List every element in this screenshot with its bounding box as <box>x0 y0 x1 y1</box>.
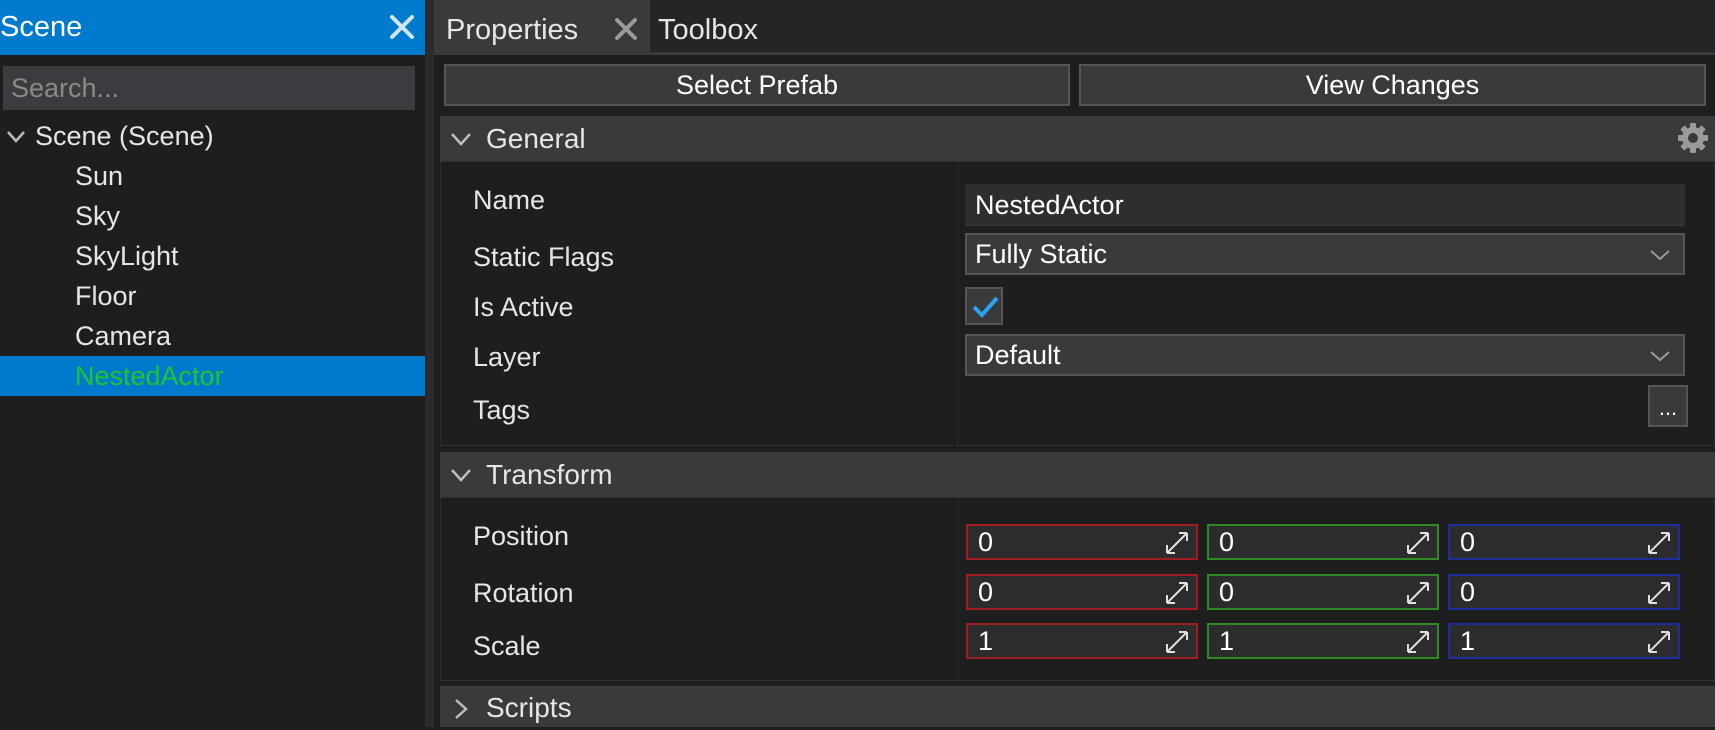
tree-item-skylight[interactable]: SkyLight <box>0 236 425 276</box>
scene-tab-title: Scene <box>0 11 83 43</box>
column-splitter[interactable] <box>957 498 959 680</box>
gear-icon[interactable] <box>1677 122 1709 154</box>
scripts-section-header[interactable]: Scripts <box>440 686 1715 727</box>
chevron-right-icon <box>455 699 468 719</box>
tree-item-label: Camera <box>75 321 172 351</box>
slide-arrows-icon[interactable] <box>1164 629 1190 655</box>
name-field[interactable]: NestedActor <box>965 184 1685 226</box>
transform-section-header[interactable]: Transform <box>440 452 1715 497</box>
position-z-field[interactable]: 0 <box>1448 524 1680 560</box>
slide-arrows-icon[interactable] <box>1646 530 1672 556</box>
column-splitter[interactable] <box>957 162 959 445</box>
name-label: Name <box>473 185 546 215</box>
chevron-down-icon <box>1650 250 1670 261</box>
tab-underline <box>434 52 1715 55</box>
tree-item-camera[interactable]: Camera <box>0 316 425 356</box>
static-flags-value: Fully Static <box>975 239 1108 269</box>
position-x-field[interactable]: 0 <box>966 524 1198 560</box>
scale-y-value: 1 <box>1219 626 1235 656</box>
rotation-z-field[interactable]: 0 <box>1448 574 1680 610</box>
tree-item-label: Sun <box>75 161 124 191</box>
rotation-z-value: 0 <box>1460 577 1476 607</box>
static-flags-dropdown[interactable]: Fully Static <box>965 233 1685 275</box>
checkmark-icon <box>972 296 999 318</box>
is-active-label: Is Active <box>473 292 574 322</box>
chevron-down-icon <box>451 469 471 482</box>
search-input[interactable] <box>3 66 415 110</box>
slide-arrows-icon[interactable] <box>1164 580 1190 606</box>
scene-tree: Scene (Scene) Sun Sky SkyLight Floor Cam… <box>0 116 425 396</box>
scale-x-field[interactable]: 1 <box>966 623 1198 659</box>
chevron-down-icon[interactable] <box>6 130 26 144</box>
slide-arrows-icon[interactable] <box>1405 629 1431 655</box>
section-title: Transform <box>486 459 613 490</box>
layer-dropdown[interactable]: Default <box>965 334 1685 376</box>
scale-y-field[interactable]: 1 <box>1207 623 1439 659</box>
slide-arrows-icon[interactable] <box>1405 580 1431 606</box>
panel-splitter[interactable] <box>425 0 434 727</box>
tags-label: Tags <box>473 395 531 425</box>
is-active-checkbox[interactable] <box>965 287 1003 325</box>
layer-label: Layer <box>473 342 541 372</box>
position-y-value: 0 <box>1219 527 1235 557</box>
tree-item-floor[interactable]: Floor <box>0 276 425 316</box>
scene-tab[interactable]: Scene <box>0 0 425 55</box>
tab-label: Properties <box>446 14 579 46</box>
transform-section-body: Position 0 0 0 Rotation 0 0 0 Scale 1 1 … <box>440 497 1715 681</box>
static-flags-label: Static Flags <box>473 242 615 272</box>
tree-item-label: Sky <box>75 201 121 231</box>
tree-item-label: NestedActor <box>75 361 224 391</box>
position-z-value: 0 <box>1460 527 1476 557</box>
rotation-x-field[interactable]: 0 <box>966 574 1198 610</box>
rotation-x-value: 0 <box>978 577 994 607</box>
slide-arrows-icon[interactable] <box>1646 580 1672 606</box>
tab-label: Toolbox <box>658 14 758 46</box>
scene-panel: Scene Scene (Scene) Sun Sky SkyLight Flo… <box>0 0 425 727</box>
rotation-y-field[interactable]: 0 <box>1207 574 1439 610</box>
tab-toolbox[interactable]: Toolbox <box>658 0 758 52</box>
tree-item-label: SkyLight <box>75 241 179 271</box>
scale-x-value: 1 <box>978 626 994 656</box>
scale-z-value: 1 <box>1460 626 1476 656</box>
tree-item-sun[interactable]: Sun <box>0 156 425 196</box>
view-changes-button[interactable]: View Changes <box>1079 64 1706 106</box>
slide-arrows-icon[interactable] <box>1646 629 1672 655</box>
tree-item-label: Scene (Scene) <box>35 121 214 151</box>
position-label: Position <box>473 521 570 551</box>
slide-arrows-icon[interactable] <box>1164 530 1190 556</box>
tab-bar: Properties Toolbox <box>434 0 1715 52</box>
chevron-down-icon <box>1650 351 1670 362</box>
tree-item-scene[interactable]: Scene (Scene) <box>0 116 425 156</box>
position-y-field[interactable]: 0 <box>1207 524 1439 560</box>
section-title: Scripts <box>486 692 572 723</box>
rotation-label: Rotation <box>473 578 574 608</box>
general-section-body: Name NestedActor Static Flags Fully Stat… <box>440 161 1715 446</box>
tree-item-label: Floor <box>75 281 137 311</box>
rotation-y-value: 0 <box>1219 577 1235 607</box>
close-icon[interactable] <box>389 14 415 40</box>
select-prefab-button[interactable]: Select Prefab <box>444 64 1070 106</box>
properties-panel: Properties Toolbox Select Prefab View Ch… <box>434 0 1715 727</box>
chevron-down-icon <box>451 133 471 146</box>
scale-z-field[interactable]: 1 <box>1448 623 1680 659</box>
layer-value: Default <box>975 340 1061 370</box>
tags-edit-button[interactable]: ... <box>1648 385 1688 427</box>
tree-item-nestedactor[interactable]: NestedActor <box>0 356 425 396</box>
scale-label: Scale <box>473 631 541 661</box>
tab-properties[interactable]: Properties <box>434 0 650 52</box>
general-section-header[interactable]: General <box>440 116 1715 161</box>
tree-item-sky[interactable]: Sky <box>0 196 425 236</box>
close-icon[interactable] <box>614 17 638 41</box>
position-x-value: 0 <box>978 527 994 557</box>
slide-arrows-icon[interactable] <box>1405 530 1431 556</box>
section-title: General <box>486 123 586 154</box>
